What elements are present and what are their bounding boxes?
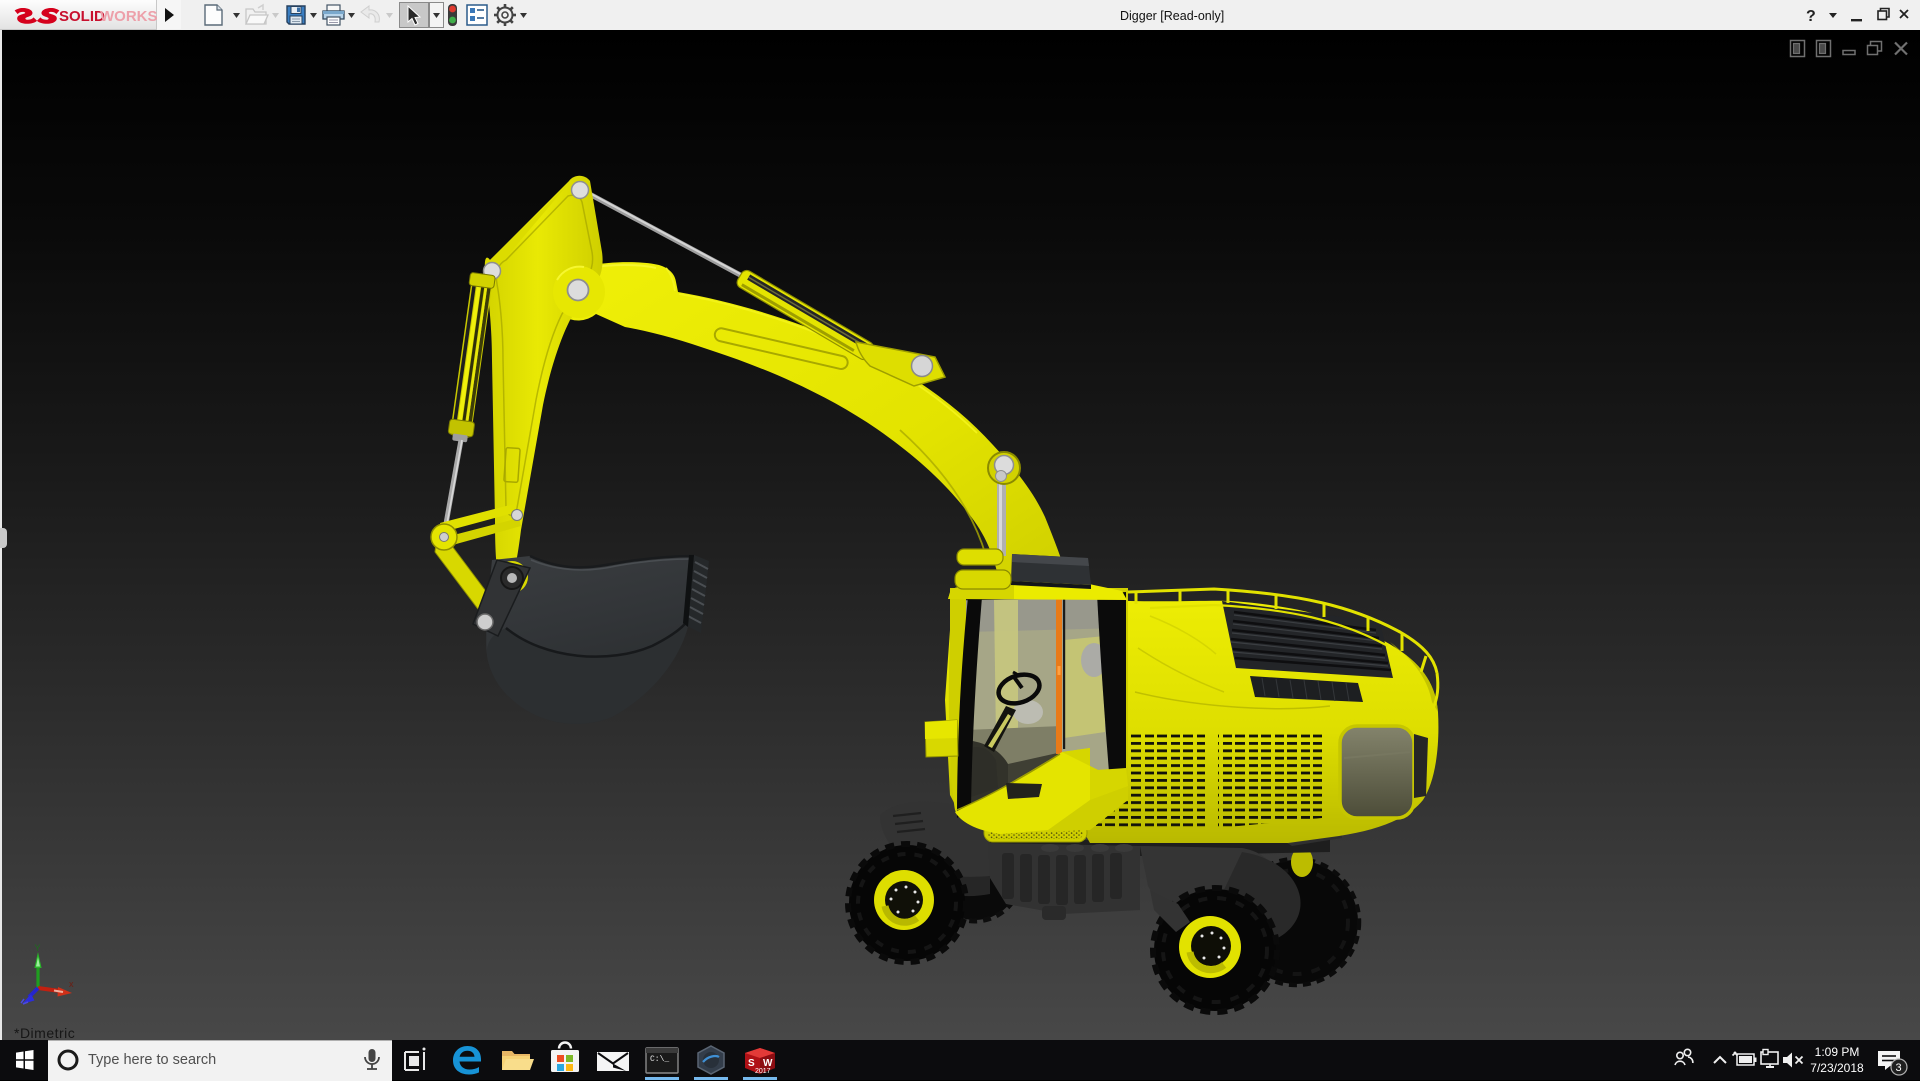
svg-text:SOLID: SOLID — [59, 8, 105, 25]
svg-text:3: 3 — [1896, 1062, 1902, 1074]
svg-text:x: x — [69, 979, 74, 989]
svg-text:S: S — [748, 1058, 755, 1069]
svg-text:Y: Y — [35, 943, 41, 953]
svg-text:2017: 2017 — [755, 1068, 771, 1075]
svg-text:C:\_: C:\_ — [650, 1055, 669, 1064]
svg-text:?: ? — [1806, 8, 1816, 25]
svg-text:WORKS: WORKS — [100, 8, 158, 25]
